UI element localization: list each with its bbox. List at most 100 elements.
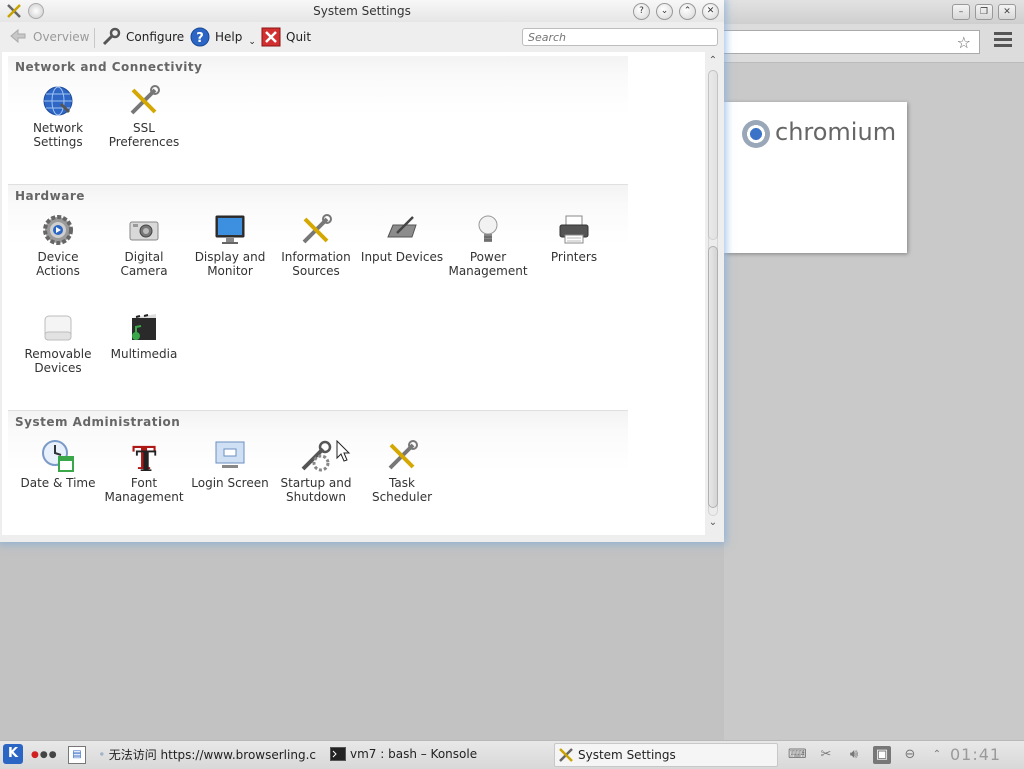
font-t-icon: TT (132, 439, 156, 473)
quit-label: Quit (286, 30, 312, 44)
task-label: vm7 : bash – Konsole (350, 747, 478, 761)
chromium-window[interactable]: – ❐ ✕ ☆ chromium (724, 0, 1024, 740)
device-actions-gear-icon (43, 215, 73, 245)
quit-icon (261, 27, 281, 47)
task-konsole[interactable]: vm7 : bash – Konsole (330, 743, 530, 765)
item-removable-devices[interactable]: Removable Devices (15, 310, 101, 375)
close-icon[interactable]: ✕ (702, 3, 719, 20)
category-title: System Administration (15, 415, 181, 429)
item-label: Task Scheduler (371, 476, 433, 504)
dropdown-arrow-icon[interactable]: ⌄ (248, 37, 256, 47)
item-printers[interactable]: Printers (531, 213, 617, 264)
scroll-thumb[interactable] (708, 246, 718, 508)
configure-label: Configure (126, 30, 185, 44)
category-title: Hardware (15, 189, 85, 203)
minimize-icon[interactable]: ⌄ (656, 3, 673, 20)
search-input[interactable] (522, 28, 718, 46)
bookmark-star-icon[interactable]: ☆ (957, 33, 971, 52)
item-device-actions[interactable]: Device Actions (15, 213, 101, 278)
login-screen-icon (215, 441, 245, 468)
item-ssl-preferences[interactable]: SSL Preferences (101, 84, 187, 149)
keyboard-icon[interactable]: ⌨ (788, 746, 807, 764)
titlebar[interactable]: System Settings ? ⌄ ⌃ ✕ (0, 0, 724, 22)
minimize-icon[interactable]: – (952, 4, 970, 20)
volume-icon[interactable]: 🔊︎ (845, 746, 863, 764)
overview-button[interactable]: Overview (8, 26, 90, 48)
item-task-scheduler[interactable]: Task Scheduler (359, 439, 445, 504)
ssl-tools-icon (130, 85, 160, 115)
lightbulb-icon (478, 215, 498, 242)
tray-arrow-icon[interactable]: ⌃ (928, 746, 946, 764)
window-title: System Settings (313, 4, 411, 18)
overview-label: Overview (33, 30, 90, 44)
chromium-card: chromium (724, 102, 907, 253)
item-label: Information Sources (281, 250, 351, 278)
item-label: Date & Time (20, 476, 96, 490)
network-icon[interactable]: ⊖ (901, 746, 919, 764)
kde-menu-icon[interactable]: K (3, 744, 23, 764)
item-information-sources[interactable]: Information Sources (273, 213, 359, 278)
item-label: SSL Preferences (108, 121, 180, 149)
item-label: Power Management (448, 250, 528, 278)
maximize-icon[interactable]: ⌃ (679, 3, 696, 20)
category-system-administration: System Administration Date & Time TT Fon… (8, 410, 628, 535)
terminal-icon (330, 747, 346, 761)
clock[interactable]: 01:41 (950, 745, 1001, 764)
toolbar-separator (94, 28, 95, 48)
item-label: Login Screen (191, 476, 269, 490)
chromium-toolbar: ☆ (724, 24, 1024, 63)
show-desktop-icon[interactable]: ▤ (68, 746, 86, 764)
address-bar[interactable]: ☆ (724, 30, 980, 54)
help-icon[interactable]: ? (633, 3, 650, 20)
system-settings-window: System Settings ? ⌄ ⌃ ✕ Overview Configu… (0, 0, 724, 542)
item-date-time[interactable]: Date & Time (15, 439, 101, 490)
item-label: Printers (550, 250, 598, 264)
back-arrow-icon (8, 27, 28, 47)
scissors-icon[interactable]: ✂ (817, 746, 835, 764)
vertical-scrollbar[interactable]: ⌃ ⌄ (706, 54, 720, 532)
help-button[interactable]: ? Help ⌄ (190, 26, 256, 48)
restore-icon[interactable]: ❐ (975, 4, 993, 20)
chromium-titlebar[interactable]: – ❐ ✕ (724, 0, 1024, 24)
item-label: Startup and Shutdown (280, 476, 352, 504)
item-login-screen[interactable]: Login Screen (187, 439, 273, 490)
help-label: Help (215, 30, 243, 44)
network-globe-icon (43, 86, 73, 116)
removable-drive-icon (44, 315, 72, 341)
task-label: System Settings (578, 748, 676, 762)
item-input-devices[interactable]: Input Devices (359, 213, 445, 264)
task-label: 无法访问 https://www.browserling.c (108, 747, 316, 762)
svg-text:?: ? (196, 31, 204, 46)
item-label: Multimedia (110, 347, 178, 361)
item-font-management[interactable]: TT Font Management (101, 439, 187, 504)
scroll-thumb-shadow (708, 70, 718, 240)
quit-button[interactable]: Quit (261, 26, 311, 48)
item-display-monitor[interactable]: Display and Monitor (187, 213, 273, 278)
task-chromium[interactable]: 无法访问 https://www.browserling.c (100, 743, 316, 765)
chromium-brand: chromium (775, 118, 897, 146)
item-multimedia[interactable]: Multimedia (101, 310, 187, 361)
scroll-up-icon[interactable]: ⌃ (706, 54, 720, 68)
configure-button[interactable]: Configure (101, 26, 184, 48)
scroll-down-icon[interactable]: ⌄ (706, 516, 720, 530)
activity-dots-icon[interactable]: ●●● (31, 750, 58, 760)
task-tools-icon (388, 440, 418, 470)
item-label: Network Settings (32, 121, 84, 149)
wrench-icon (101, 27, 121, 47)
category-hardware: Hardware Device Actions Digital Camera D… (8, 184, 628, 411)
item-network-settings[interactable]: Network Settings (15, 84, 101, 149)
item-power-management[interactable]: Power Management (445, 213, 531, 278)
help-circle-icon: ? (190, 27, 210, 47)
info-tools-icon (302, 214, 332, 244)
clock-calendar-icon (42, 440, 74, 472)
clapperboard-icon (132, 310, 156, 340)
printer-icon (559, 215, 589, 244)
close-icon[interactable]: ✕ (998, 4, 1016, 20)
item-digital-camera[interactable]: Digital Camera (101, 213, 187, 278)
monitor-icon (215, 215, 245, 244)
task-system-settings[interactable]: System Settings (554, 743, 778, 767)
clipboard-icon[interactable]: ▣ (873, 746, 891, 764)
item-label: Display and Monitor (194, 250, 266, 278)
menu-icon[interactable] (994, 32, 1012, 50)
chromium-logo-icon (742, 120, 770, 148)
